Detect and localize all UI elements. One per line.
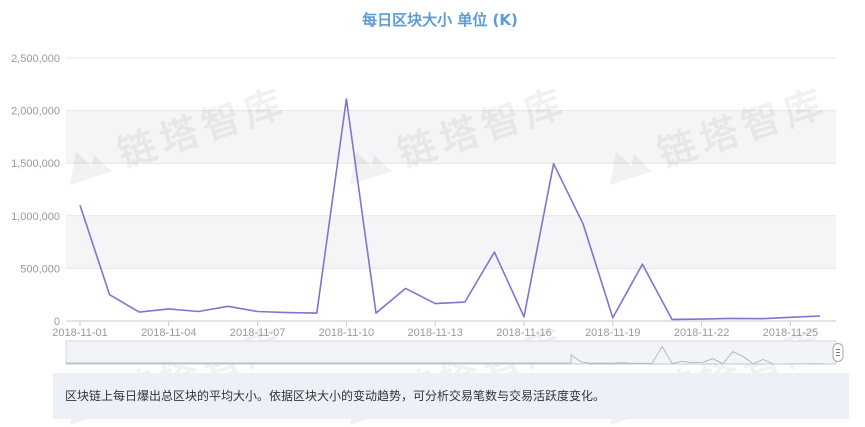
- grid-lines: [66, 57, 836, 322]
- y-tick-label: 2,000,000: [11, 106, 60, 118]
- plot-band: [66, 215, 836, 269]
- x-tick-label: 2018-11-16: [496, 327, 551, 339]
- x-tick-label: 2018-11-22: [674, 327, 729, 339]
- chart-title: 每日区块大小 单位 (K): [362, 11, 518, 29]
- y-axis-ticks: 0500,0001,000,0001,500,0002,000,0002,500…: [11, 53, 60, 328]
- x-tick-label: 2018-11-01: [52, 327, 107, 339]
- range-navigator[interactable]: [65, 340, 844, 365]
- x-tick-label: 2018-11-25: [763, 327, 818, 339]
- x-tick-label: 2018-11-10: [319, 327, 374, 339]
- navigator-handle-icon[interactable]: [832, 343, 844, 362]
- y-tick-label: 500,000: [20, 263, 60, 275]
- chart: 每日区块大小 单位 (K) 链塔智库 链塔智库 链塔智库链塔智库 链塔智库 链塔智库 0…: [11, 11, 844, 425]
- chart-description: 区块链上每日爆出总区块的平均大小。依据区块大小的变动趋势，可分析交易笔数与交易活…: [53, 373, 849, 419]
- y-tick-label: 1,000,000: [11, 211, 60, 223]
- navigator-track: [65, 340, 837, 365]
- x-tick-label: 2018-11-04: [141, 327, 196, 339]
- x-axis-ticks: 2018-11-01 2018-11-04 2018-11-07 2018-11-10…: [52, 321, 818, 339]
- x-tick-label: 2018-11-19: [585, 327, 640, 339]
- y-tick-label: 1,500,000: [11, 158, 60, 170]
- x-tick-label: 2018-11-13: [407, 327, 462, 339]
- x-tick-label: 2018-11-07: [230, 327, 285, 339]
- y-tick-label: 2,500,000: [11, 53, 60, 65]
